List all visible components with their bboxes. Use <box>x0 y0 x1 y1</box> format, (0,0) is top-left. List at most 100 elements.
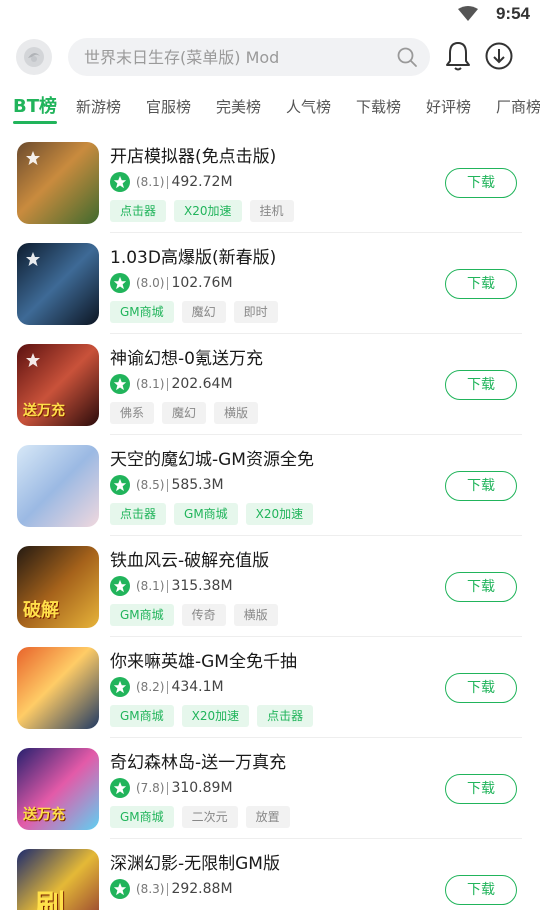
search-icon[interactable] <box>396 46 418 68</box>
wifi-icon <box>458 6 478 21</box>
tab-perfect[interactable]: 完美榜 <box>216 88 261 128</box>
game-size: 102.76M <box>171 275 233 291</box>
game-tags: 佛系 魔幻 横版 <box>110 402 259 424</box>
rating-star-icon <box>110 172 130 192</box>
list-item[interactable]: 刷 深渊幻影-无限制GM版 (8.3) 292.88M 下载 <box>0 839 540 910</box>
tab-new-games[interactable]: 新游榜 <box>76 88 121 128</box>
list-item[interactable]: 送万充 神谕幻想-0氪送万充 (8.1) 202.64M 佛系 魔幻 横版 下载 <box>0 334 540 435</box>
list-item[interactable]: 1.03D高爆版(新春版) (8.0) 102.76M GM商城 魔幻 即时 下… <box>0 233 540 334</box>
tag: 即时 <box>233 301 278 323</box>
game-title[interactable]: 开店模拟器(免点击版) <box>110 142 276 167</box>
game-size: 434.1M <box>171 679 224 695</box>
game-size: 492.72M <box>171 174 233 190</box>
tag: GM商城 <box>110 604 174 626</box>
game-size: 585.3M <box>171 477 224 493</box>
game-thumbnail[interactable] <box>17 243 99 325</box>
meta-divider <box>167 478 169 492</box>
star-icon <box>26 151 40 165</box>
tag: 传奇 <box>181 604 226 626</box>
game-score: (8.3) <box>136 882 165 896</box>
bell-icon[interactable] <box>444 40 472 72</box>
download-button[interactable]: 下载 <box>445 370 517 400</box>
game-thumbnail[interactable] <box>17 142 99 224</box>
rating-star-icon <box>110 475 130 495</box>
rating-star-icon <box>110 879 130 899</box>
download-button[interactable]: 下载 <box>445 774 517 804</box>
tab-top-rated[interactable]: 好评榜 <box>426 88 471 128</box>
game-tags: 点击器 X20加速 挂机 <box>110 200 294 222</box>
star-icon <box>26 353 40 367</box>
download-manager-icon[interactable] <box>485 42 513 70</box>
game-thumbnail[interactable] <box>17 445 99 527</box>
tab-official[interactable]: 官服榜 <box>146 88 191 128</box>
game-meta: (8.1) 492.72M <box>110 171 233 193</box>
game-thumbnail[interactable]: 送万充 <box>17 344 99 426</box>
download-button[interactable]: 下载 <box>445 875 517 905</box>
rating-star-icon <box>110 374 130 394</box>
meta-divider <box>167 276 169 290</box>
game-title[interactable]: 深渊幻影-无限制GM版 <box>110 849 280 874</box>
list-item[interactable]: 你来嘛英雄-GM全免千抽 (8.2) 434.1M GM商城 X20加速 点击器… <box>0 637 540 738</box>
category-tabs: BT榜 新游榜 官服榜 完美榜 人气榜 下载榜 好评榜 厂商榜 <box>0 88 540 128</box>
meta-divider <box>167 175 169 189</box>
download-button[interactable]: 下载 <box>445 471 517 501</box>
game-list: 开店模拟器(免点击版) (8.1) 492.72M 点击器 X20加速 挂机 下… <box>0 132 540 910</box>
meta-divider <box>167 781 169 795</box>
game-score: (8.0) <box>136 276 165 290</box>
game-title[interactable]: 神谕幻想-0氪送万充 <box>110 344 263 369</box>
search-input[interactable] <box>84 38 384 76</box>
tag: X20加速 <box>245 503 314 525</box>
list-item[interactable]: 破解 铁血风云-破解充值版 (8.1) 315.38M GM商城 传奇 横版 下… <box>0 536 540 637</box>
star-icon <box>26 252 40 266</box>
list-item[interactable]: 送万充 奇幻森林岛-送一万真充 (7.8) 310.89M GM商城 二次元 放… <box>0 738 540 839</box>
game-score: (8.1) <box>136 377 165 391</box>
thumbnail-badge: 送万充 <box>23 807 65 823</box>
game-thumbnail[interactable]: 刷 <box>17 849 99 910</box>
game-meta: (8.3) 292.88M <box>110 878 233 900</box>
download-button[interactable]: 下载 <box>445 673 517 703</box>
download-button[interactable]: 下载 <box>445 269 517 299</box>
tab-bt[interactable]: BT榜 <box>13 88 57 128</box>
game-meta: (8.0) 102.76M <box>110 272 233 294</box>
tag: X20加速 <box>174 200 242 222</box>
tag: 点击器 <box>110 200 167 222</box>
list-item[interactable]: 开店模拟器(免点击版) (8.1) 492.72M 点击器 X20加速 挂机 下… <box>0 132 540 233</box>
game-score: (8.2) <box>136 680 165 694</box>
meta-divider <box>167 579 169 593</box>
game-title[interactable]: 奇幻森林岛-送一万真充 <box>110 748 286 773</box>
game-tags: GM商城 魔幻 即时 <box>110 301 278 323</box>
tab-downloads[interactable]: 下载榜 <box>356 88 401 128</box>
tab-publishers[interactable]: 厂商榜 <box>496 88 540 128</box>
search-bar[interactable] <box>68 38 430 76</box>
game-meta: (8.2) 434.1M <box>110 676 224 698</box>
rating-star-icon <box>110 778 130 798</box>
tab-popular[interactable]: 人气榜 <box>286 88 331 128</box>
game-title[interactable]: 铁血风云-破解充值版 <box>110 546 269 571</box>
tag: GM商城 <box>110 301 174 323</box>
game-title[interactable]: 1.03D高爆版(新春版) <box>110 243 276 268</box>
tag: X20加速 <box>181 705 250 727</box>
tag: 魔幻 <box>162 402 207 424</box>
search-header <box>0 36 540 80</box>
tag: 放置 <box>245 806 290 828</box>
status-bar: 9:54 <box>0 0 540 30</box>
app-logo-icon[interactable] <box>16 39 52 75</box>
list-item[interactable]: 天空的魔幻城-GM资源全免 (8.5) 585.3M 点击器 GM商城 X20加… <box>0 435 540 536</box>
game-title[interactable]: 你来嘛英雄-GM全免千抽 <box>110 647 297 672</box>
game-meta: (8.1) 315.38M <box>110 575 233 597</box>
game-thumbnail[interactable]: 破解 <box>17 546 99 628</box>
tag: GM商城 <box>174 503 238 525</box>
game-thumbnail[interactable] <box>17 647 99 729</box>
game-meta: (7.8) 310.89M <box>110 777 233 799</box>
game-score: (8.1) <box>136 579 165 593</box>
thumbnail-badge: 刷 <box>35 889 65 910</box>
game-thumbnail[interactable]: 送万充 <box>17 748 99 830</box>
game-size: 315.38M <box>171 578 233 594</box>
download-button[interactable]: 下载 <box>445 168 517 198</box>
game-meta: (8.1) 202.64M <box>110 373 233 395</box>
game-title[interactable]: 天空的魔幻城-GM资源全免 <box>110 445 314 470</box>
rating-star-icon <box>110 677 130 697</box>
thumbnail-badge: 送万充 <box>23 403 65 419</box>
download-button[interactable]: 下载 <box>445 572 517 602</box>
tag: 横版 <box>233 604 278 626</box>
